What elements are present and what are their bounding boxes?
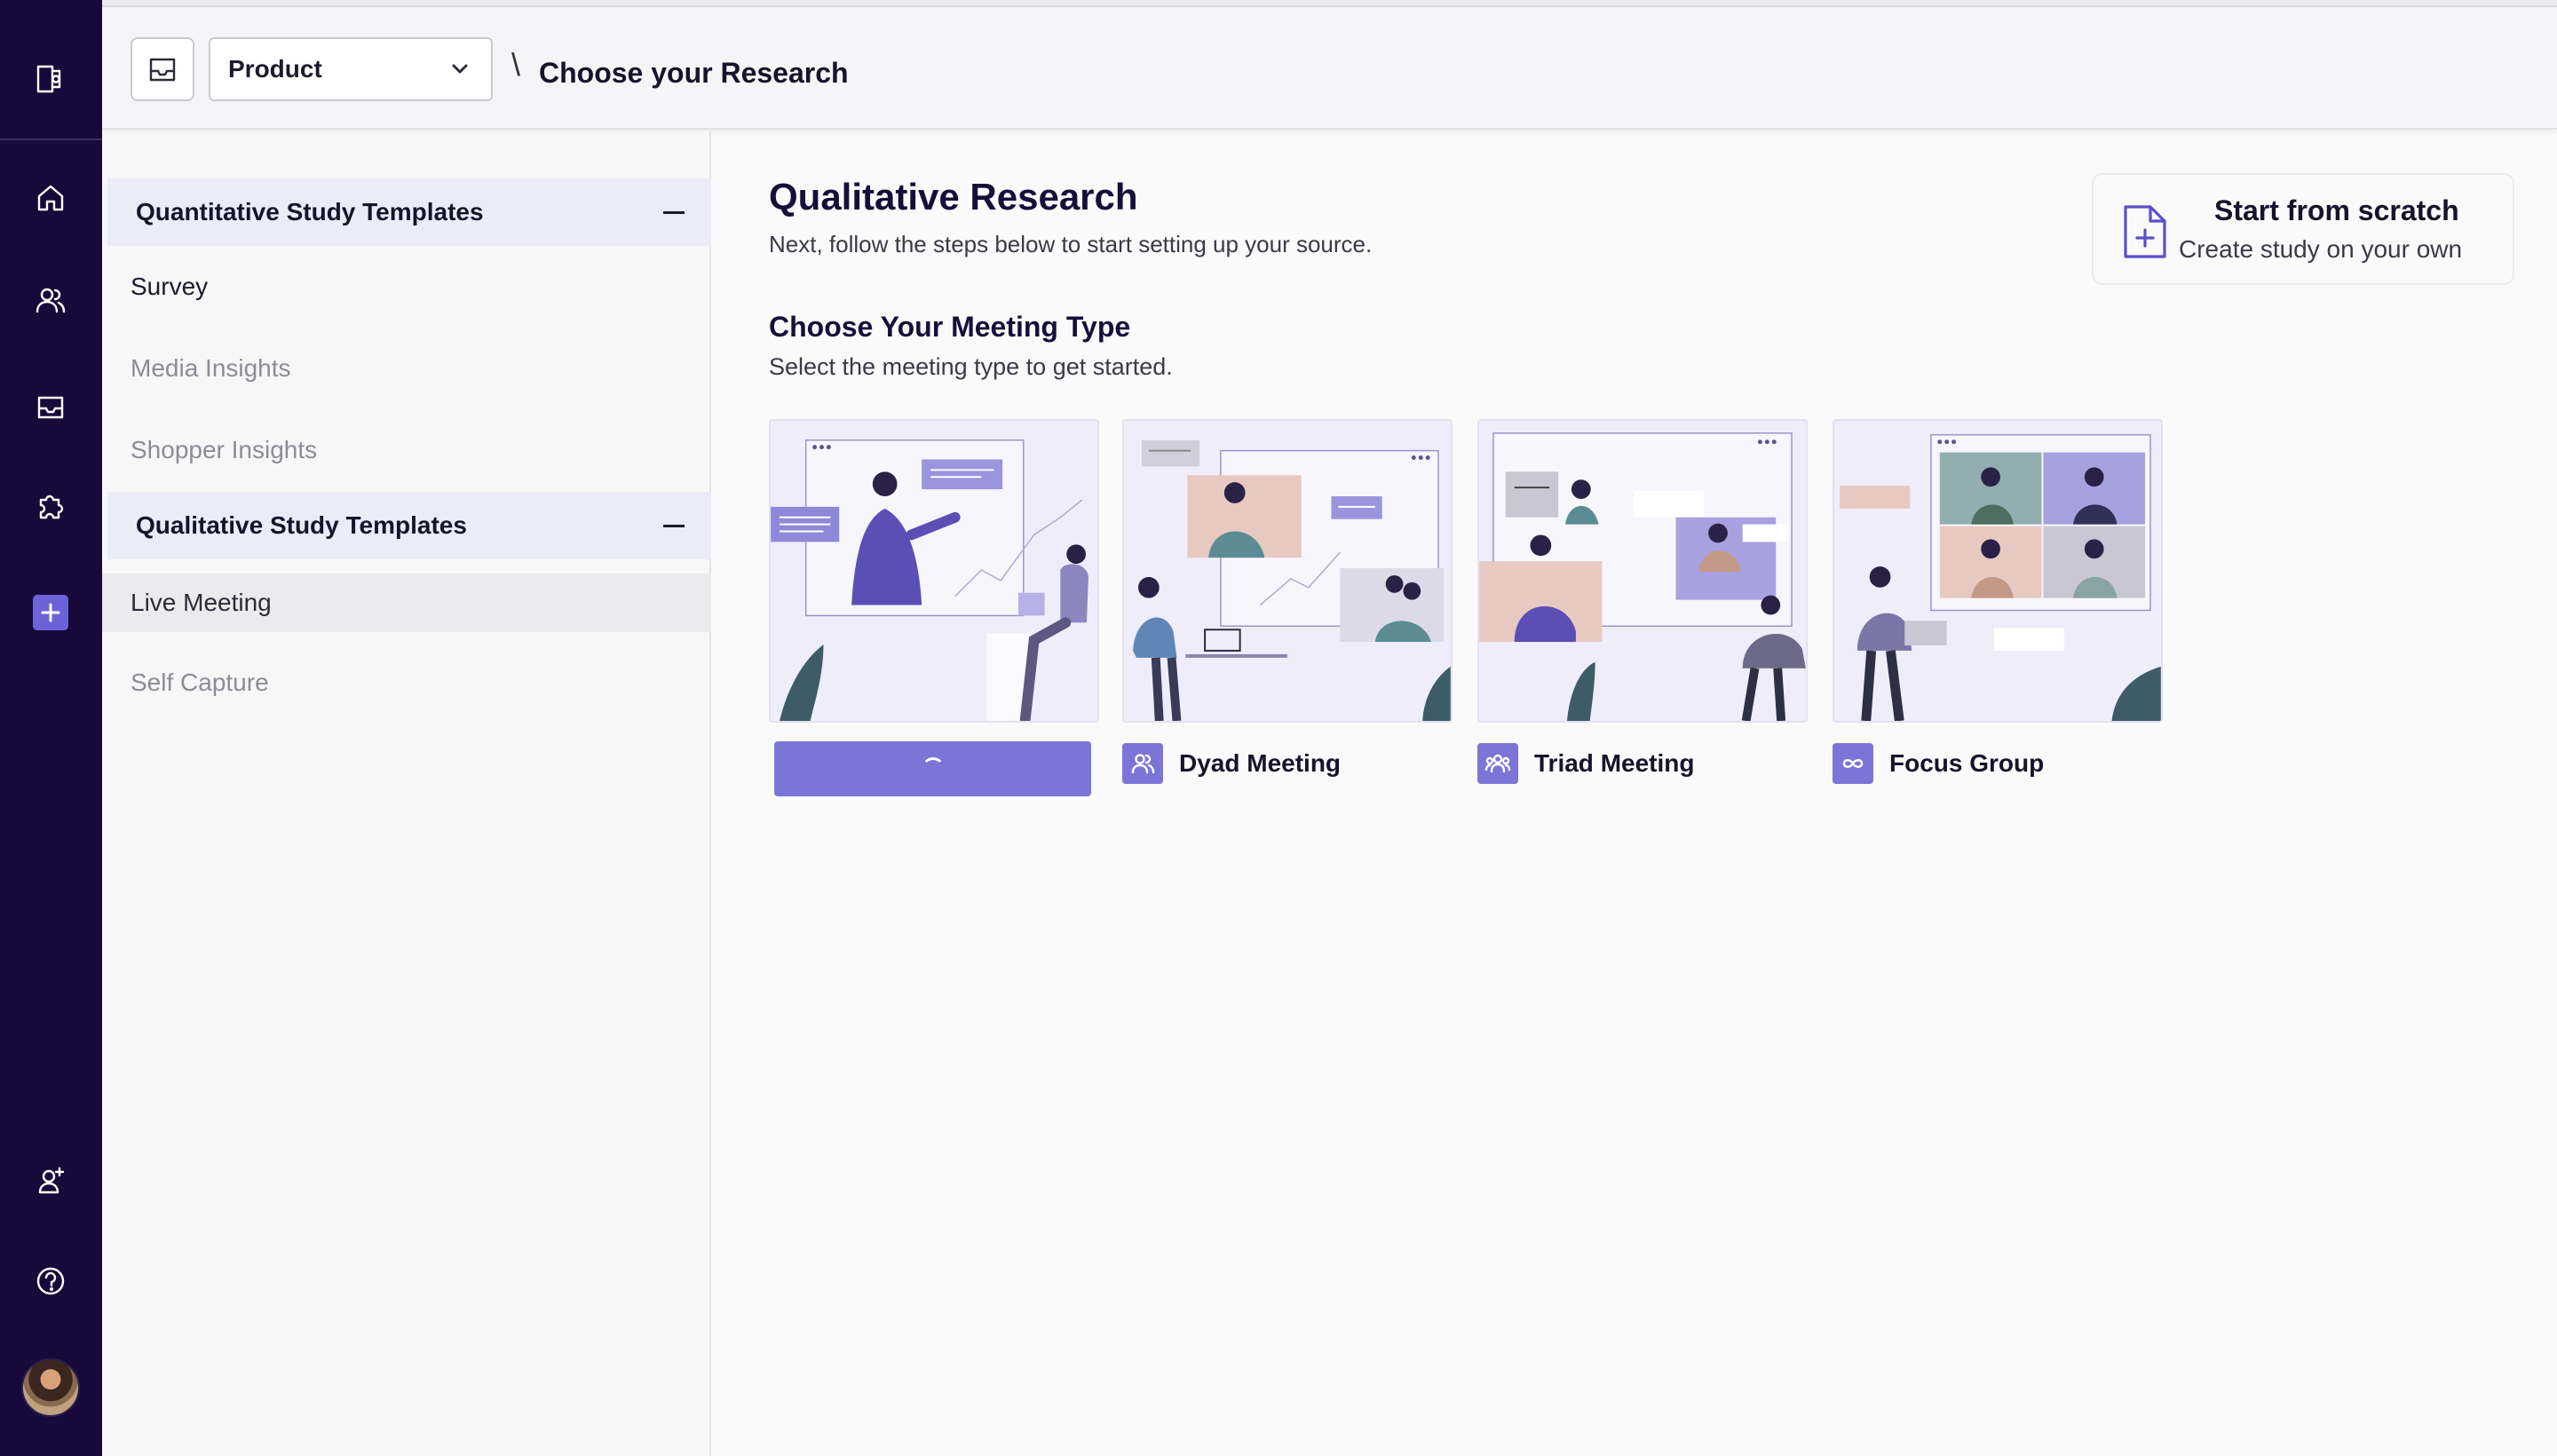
infinity-icon — [1833, 743, 1873, 784]
window-top-edge — [0, 0, 2557, 7]
template-sidebar: Quantitative Study Templates Survey Medi… — [102, 131, 711, 1456]
focus-group-illustration — [1834, 421, 2161, 721]
avatar[interactable] — [21, 1358, 80, 1417]
sidebar-item-live-meeting[interactable]: Live Meeting — [102, 574, 711, 632]
inbox-icon[interactable] — [28, 384, 73, 429]
product-select[interactable]: Product — [209, 37, 493, 101]
meeting-card-live[interactable] — [769, 419, 1099, 723]
dyad-illustration — [1124, 421, 1451, 721]
focus-group-option[interactable]: Focus Group — [1833, 742, 2044, 785]
card-label: Dyad Meeting — [1179, 749, 1342, 777]
invite-user-icon[interactable] — [28, 1159, 73, 1203]
presenter-illustration — [771, 421, 1097, 721]
chevron-down-icon — [452, 64, 468, 74]
triad-meeting-option[interactable]: Triad Meeting — [1477, 742, 1694, 785]
rail-divider — [0, 138, 102, 140]
app-logo-icon[interactable] — [28, 57, 73, 101]
meeting-card-triad[interactable] — [1477, 419, 1808, 723]
users-group-icon — [1477, 743, 1518, 784]
triad-illustration — [1479, 421, 1806, 721]
group-header-quantitative[interactable]: Quantitative Study Templates — [107, 178, 711, 246]
scratch-title: Start from scratch — [2214, 194, 2459, 226]
collapse-minus-icon[interactable] — [663, 524, 685, 527]
scratch-subtitle: Create study on your own — [2179, 235, 2463, 263]
new-file-icon — [2124, 205, 2166, 258]
live-meeting-loading-button[interactable] — [774, 741, 1091, 796]
collapse-minus-icon[interactable] — [663, 210, 685, 214]
meeting-type-description: Select the meeting type to get started. — [769, 353, 1173, 380]
breadcrumb-separator: \ — [511, 46, 521, 83]
group-title: Qualitative Study Templates — [136, 511, 467, 539]
top-bar: Product \ Choose your Research — [102, 7, 2557, 130]
dyad-meeting-option[interactable]: Dyad Meeting — [1122, 742, 1341, 785]
add-study-button[interactable] — [33, 595, 68, 630]
sidebar-item-shopper-insights[interactable]: Shopper Insights — [102, 421, 711, 479]
section-description: Next, follow the steps below to start se… — [769, 231, 1373, 257]
group-header-qualitative[interactable]: Qualitative Study Templates — [107, 492, 711, 559]
left-rail — [0, 0, 102, 1456]
inbox-button[interactable] — [131, 37, 194, 101]
group-title: Quantitative Study Templates — [136, 198, 484, 226]
product-select-value: Product — [228, 55, 322, 83]
meeting-card-dyad[interactable] — [1122, 419, 1453, 723]
card-label: Triad Meeting — [1534, 749, 1695, 777]
users-icon[interactable] — [28, 278, 73, 322]
page-title: Choose your Research — [539, 57, 849, 89]
meeting-card-focus-group[interactable] — [1833, 419, 2163, 723]
sidebar-item-media-insights[interactable]: Media Insights — [102, 339, 711, 398]
inbox-tray-icon — [149, 58, 176, 82]
sidebar-item-self-capture[interactable]: Self Capture — [102, 653, 711, 712]
help-icon[interactable] — [28, 1259, 73, 1303]
section-heading: Qualitative Research — [769, 176, 1138, 218]
home-icon[interactable] — [28, 176, 73, 220]
start-from-scratch-button[interactable]: Start from scratch Create study on your … — [2092, 173, 2514, 285]
sidebar-item-survey[interactable]: Survey — [102, 257, 711, 316]
meeting-type-heading: Choose Your Meeting Type — [769, 311, 1131, 343]
puzzle-icon[interactable] — [28, 484, 73, 528]
spinner-icon — [921, 757, 945, 780]
users-pair-icon — [1122, 743, 1163, 784]
card-label: Focus Group — [1889, 749, 2045, 777]
